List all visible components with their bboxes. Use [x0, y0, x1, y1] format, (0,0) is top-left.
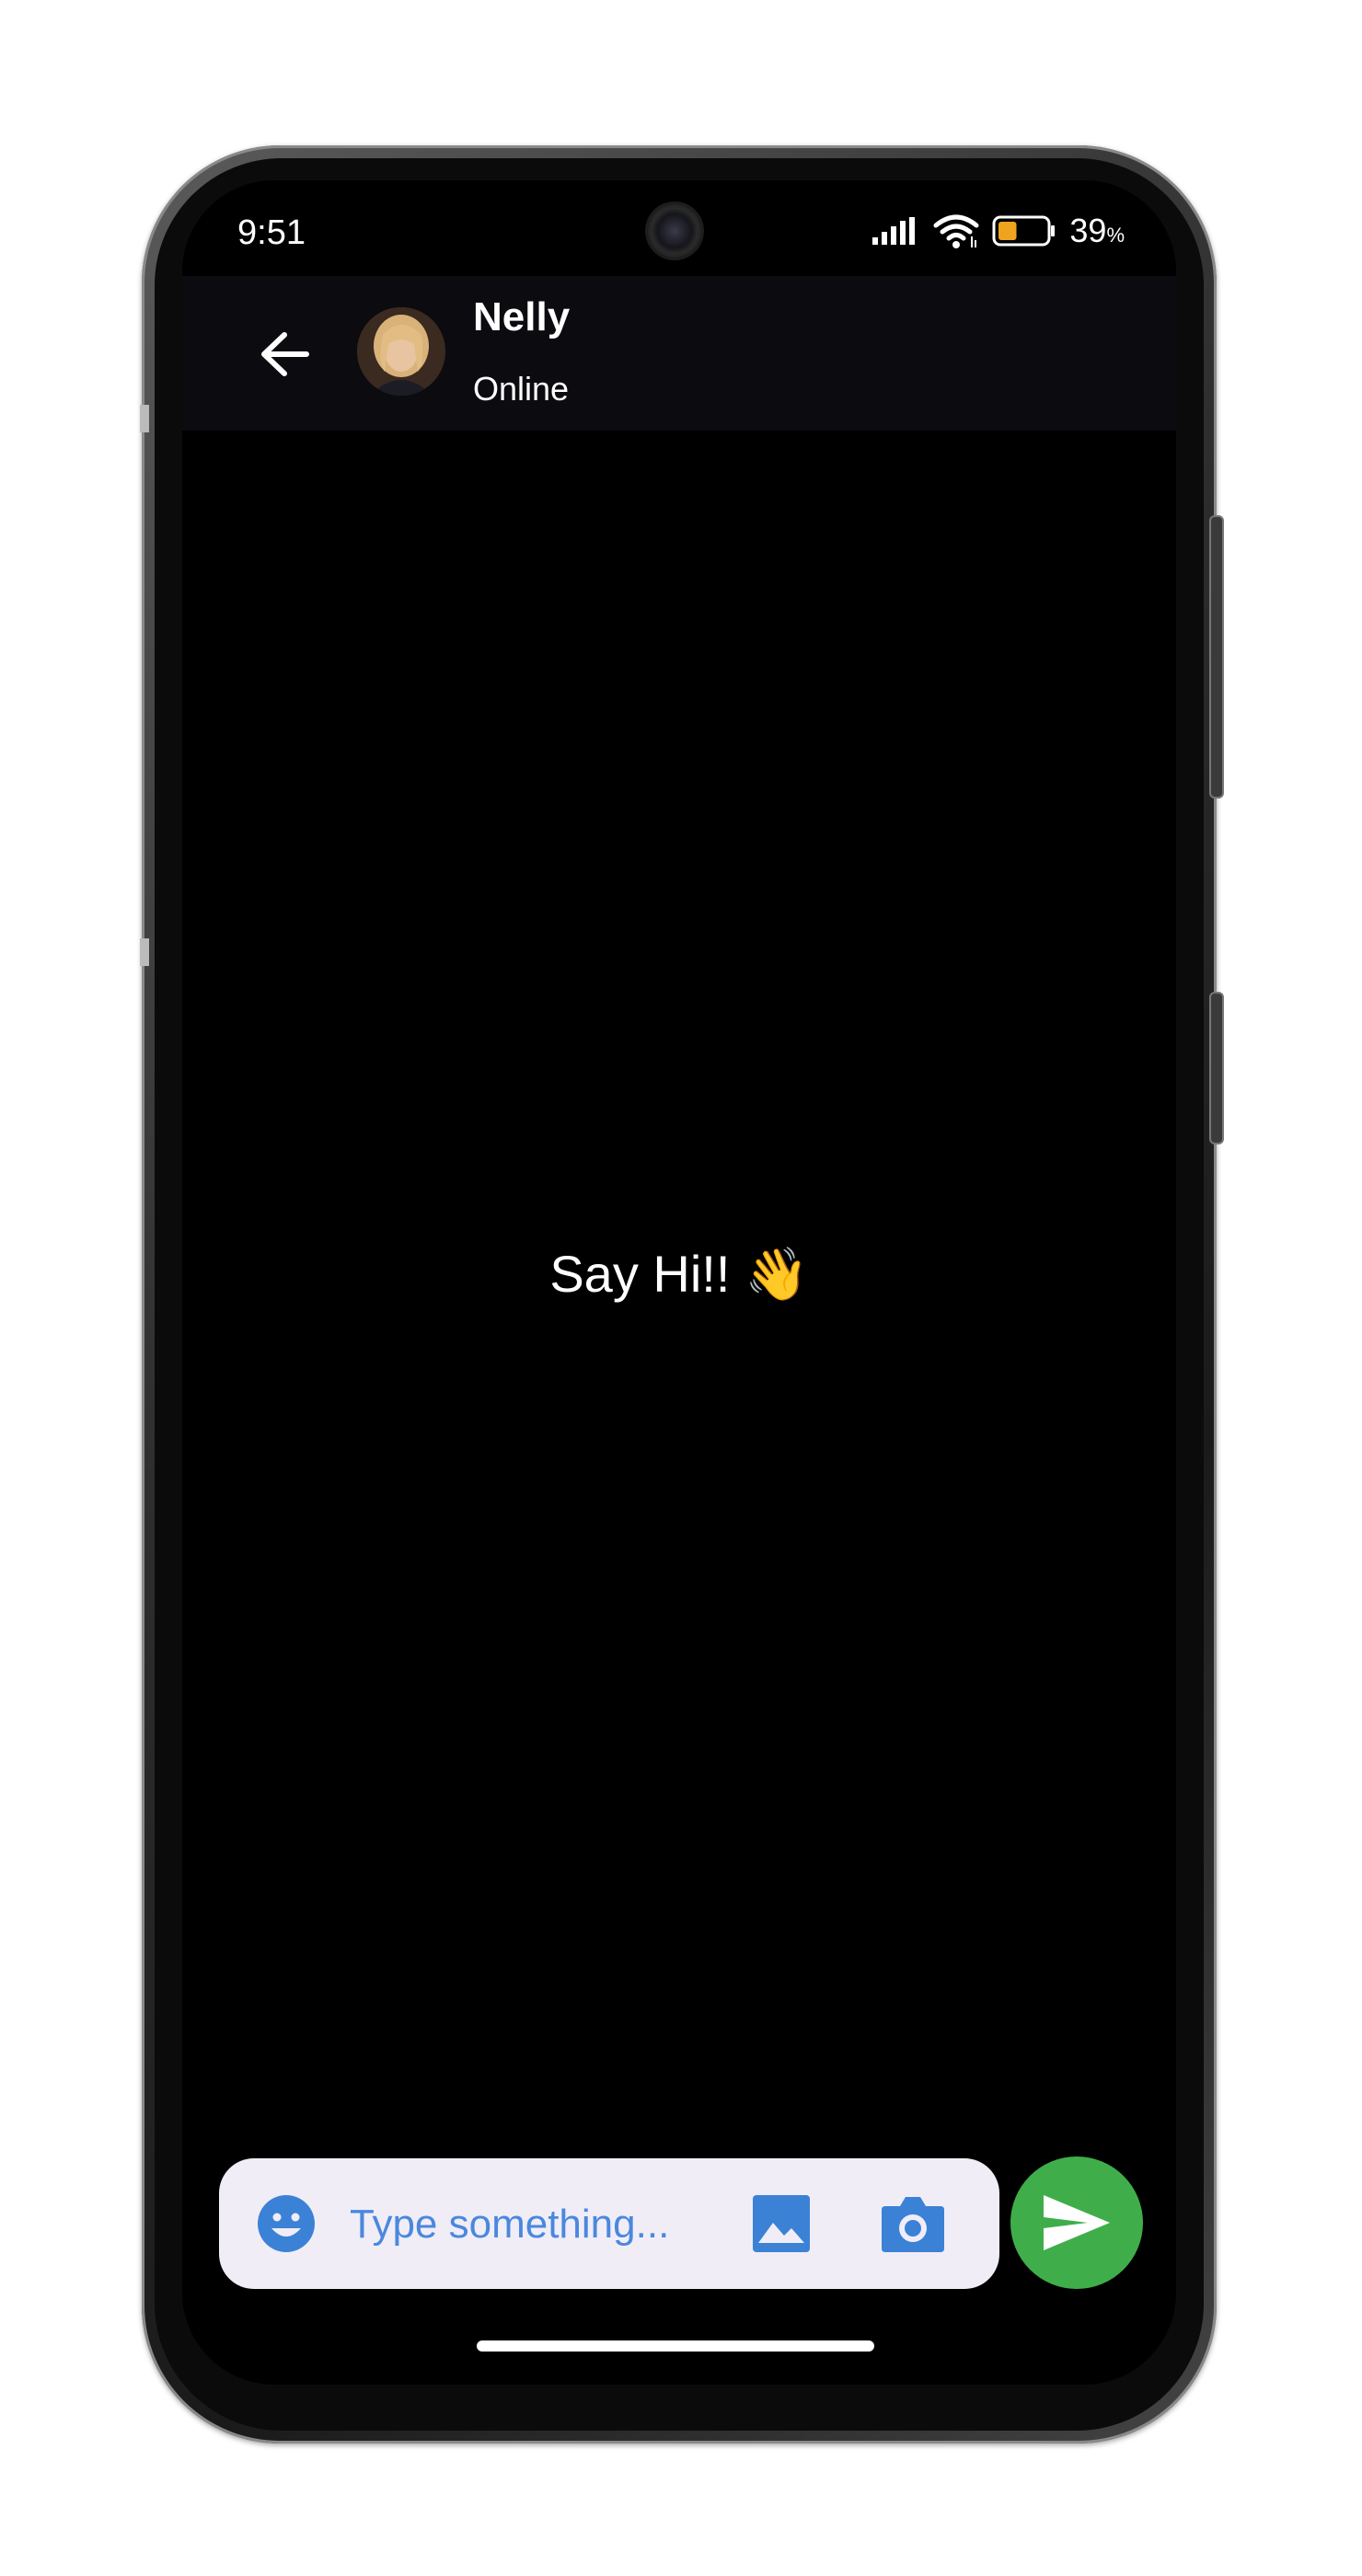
back-button[interactable] [254, 324, 315, 385]
volume-button [1209, 515, 1224, 799]
battery-percent-unit: % [1106, 224, 1125, 247]
arrow-left-icon [261, 332, 309, 376]
emoji-button[interactable] [256, 2193, 317, 2254]
empty-chat-message: Say Hi!! 👋 [549, 1245, 809, 1303]
gallery-button[interactable] [751, 2193, 812, 2254]
front-camera [648, 204, 701, 258]
image-icon [753, 2195, 810, 2252]
power-button [1209, 992, 1224, 1144]
camera-button[interactable] [880, 2191, 946, 2256]
frame-highlight-bottom [140, 938, 149, 966]
avatar-image [357, 307, 445, 396]
home-indicator[interactable] [477, 2340, 874, 2352]
contact-avatar[interactable] [357, 307, 445, 396]
camera-icon [882, 2197, 944, 2252]
chat-header: Nelly Online [182, 276, 1176, 431]
status-bar: 9:51 39% [182, 180, 1176, 280]
contact-name[interactable]: Nelly [473, 294, 570, 340]
screen: 9:51 39% Nelly Online Say Hi!! 👋 Type so… [182, 180, 1176, 2385]
send-button[interactable] [1010, 2156, 1143, 2289]
signal-icon [872, 217, 916, 245]
battery-percent: 39% [1069, 212, 1125, 250]
status-time: 9:51 [237, 213, 306, 252]
frame-highlight-top [140, 405, 149, 432]
message-input[interactable] [348, 2186, 738, 2263]
contact-status: Online [473, 370, 570, 408]
battery-icon [992, 215, 1056, 247]
wifi-icon [933, 214, 979, 248]
battery-percent-value: 39 [1069, 212, 1107, 249]
status-icons: 39% [872, 212, 1125, 250]
send-icon [1044, 2195, 1110, 2250]
emoji-icon [258, 2195, 315, 2252]
message-composer [219, 2158, 999, 2289]
